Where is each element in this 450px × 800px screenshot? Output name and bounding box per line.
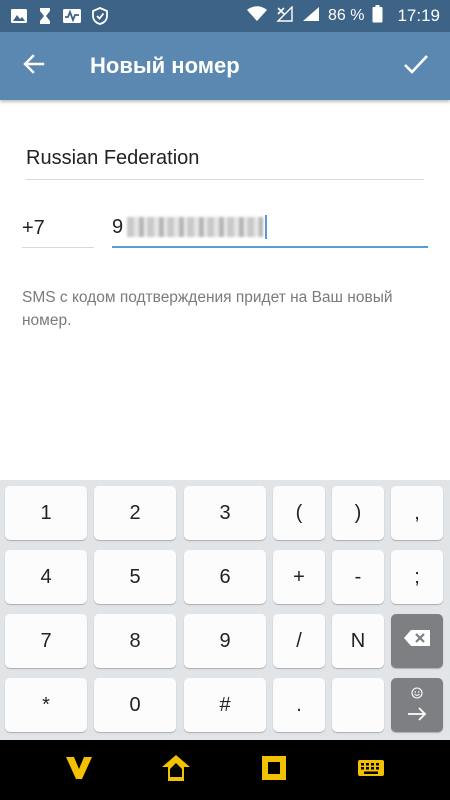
country-code-field[interactable]: +7 <box>22 208 94 248</box>
arrow-right-icon <box>406 705 428 728</box>
key-hash[interactable]: # <box>184 678 266 732</box>
no-signal-icon <box>276 4 294 27</box>
nav-recents-button[interactable] <box>249 745 299 795</box>
clock: 17:19 <box>397 6 440 25</box>
text-cursor <box>265 215 268 239</box>
key-minus[interactable]: - <box>332 550 384 604</box>
phone-number-prefix: 9 <box>112 216 124 238</box>
page-title: Новый номер <box>90 53 240 78</box>
key-space[interactable] <box>332 678 384 732</box>
nav-home-button[interactable] <box>151 745 201 795</box>
status-bar: 86 % 17:19 <box>0 0 450 32</box>
back-v-icon <box>64 755 94 786</box>
key-6[interactable]: 6 <box>184 550 266 604</box>
key-9[interactable]: 9 <box>184 614 266 668</box>
key-8[interactable]: 8 <box>94 614 176 668</box>
signal-icon <box>302 6 320 27</box>
enter-key[interactable] <box>391 678 443 732</box>
arrow-left-icon <box>23 53 45 80</box>
app-bar: Новый номер <box>0 32 450 100</box>
image-icon <box>10 8 28 24</box>
notification-icons <box>10 7 108 25</box>
activity-icon <box>62 8 82 24</box>
key-comma[interactable]: , <box>391 486 443 540</box>
blurred-phone-digits <box>127 217 264 237</box>
key-1[interactable]: 1 <box>5 486 87 540</box>
system-status: 86 % 17:19 <box>246 4 440 28</box>
navigation-bar <box>0 740 450 800</box>
battery-icon <box>372 4 383 28</box>
keyboard-icon <box>357 759 385 782</box>
key-open-paren[interactable]: ( <box>273 486 325 540</box>
sms-hint-text: SMS с кодом подтверждения придет на Ваш … <box>22 289 393 329</box>
country-selector[interactable]: Russian Federation <box>26 140 424 180</box>
key-slash[interactable]: / <box>273 614 325 668</box>
check-icon <box>403 53 429 80</box>
shield-icon <box>92 7 108 25</box>
key-2[interactable]: 2 <box>94 486 176 540</box>
key-n[interactable]: N <box>332 614 384 668</box>
key-0[interactable]: 0 <box>94 678 176 732</box>
square-icon <box>260 754 288 787</box>
key-close-paren[interactable]: ) <box>332 486 384 540</box>
key-7[interactable]: 7 <box>5 614 87 668</box>
hourglass-icon <box>38 7 52 25</box>
key-4[interactable]: 4 <box>5 550 87 604</box>
key-asterisk[interactable]: * <box>5 678 87 732</box>
home-icon <box>160 753 192 788</box>
wifi-icon <box>246 5 268 27</box>
key-3[interactable]: 3 <box>184 486 266 540</box>
backspace-key[interactable] <box>391 614 443 668</box>
nav-keyboard-button[interactable] <box>346 745 396 795</box>
numeric-keyboard: 1 2 3 ( ) , 4 5 6 + - ; 7 8 9 / N * 0 # … <box>0 480 450 740</box>
done-button[interactable] <box>382 32 450 100</box>
key-plus[interactable]: + <box>273 550 325 604</box>
battery-percent: 86 % <box>327 7 365 24</box>
smiley-icon <box>411 682 423 705</box>
phone-number-input[interactable]: 9 <box>112 208 428 248</box>
backspace-icon <box>403 629 431 653</box>
key-5[interactable]: 5 <box>94 550 176 604</box>
back-button[interactable] <box>0 32 68 100</box>
nav-back-button[interactable] <box>54 745 104 795</box>
key-semicolon[interactable]: ; <box>391 550 443 604</box>
key-period[interactable]: . <box>273 678 325 732</box>
